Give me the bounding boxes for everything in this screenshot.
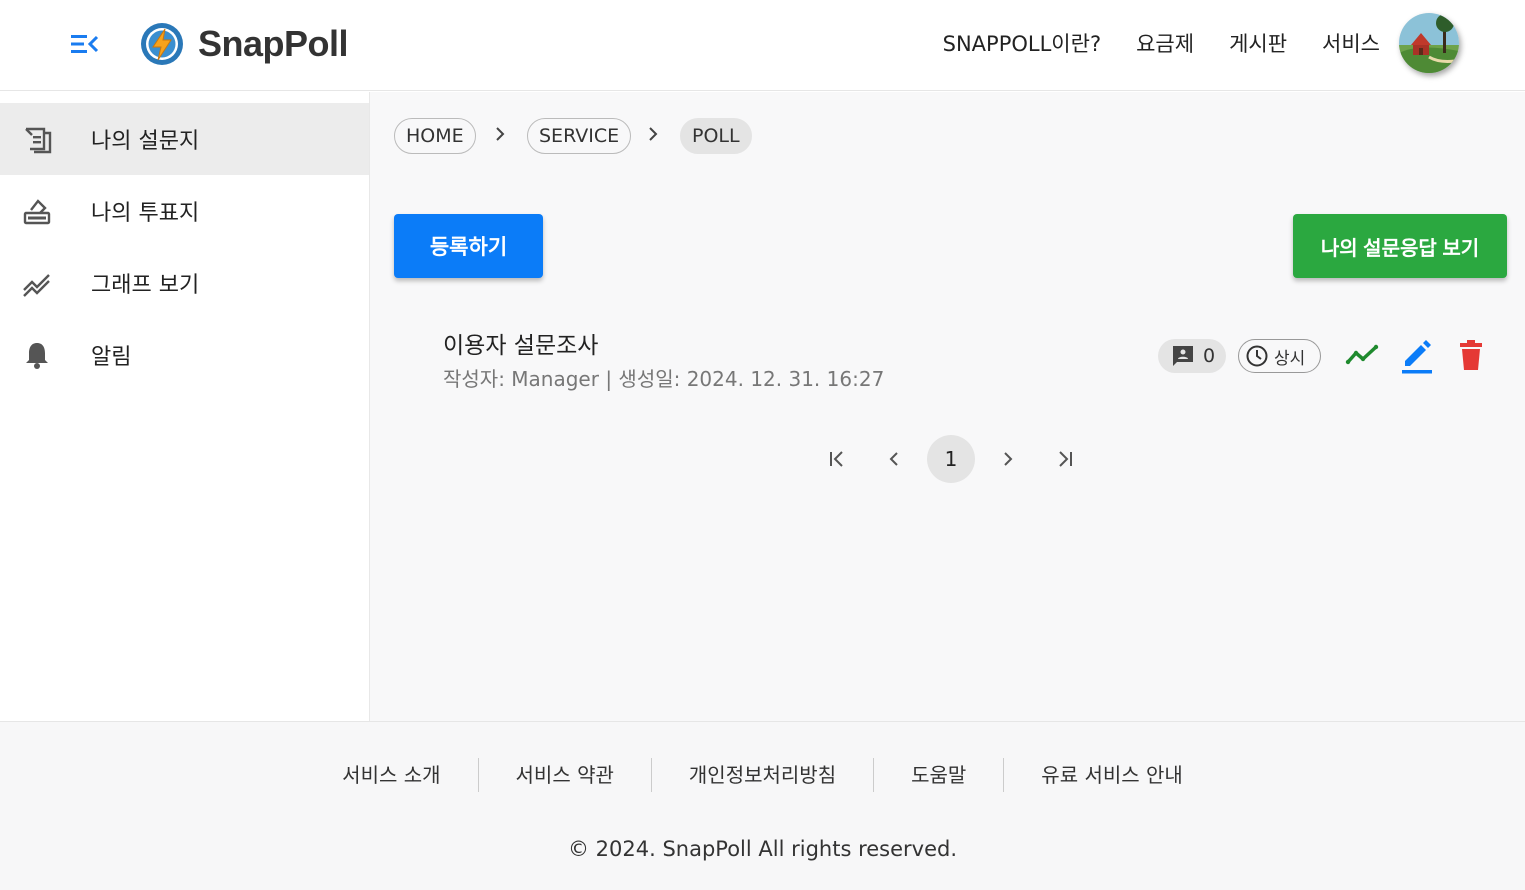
edit-icon[interactable] <box>1399 338 1435 374</box>
graph-trend-icon[interactable] <box>1345 338 1381 374</box>
nav-pricing[interactable]: 요금제 <box>1136 28 1194 58</box>
breadcrumb-service[interactable]: SERVICE <box>527 118 632 154</box>
footer-link-paid-service[interactable]: 유료 서비스 안내 <box>1003 758 1220 792</box>
sidebar-item-label: 나의 투표지 <box>91 201 200 226</box>
sidebar-item-label: 나의 설문지 <box>91 129 200 154</box>
sidebar-item-label: 그래프 보기 <box>91 273 200 298</box>
survey-icon <box>25 127 52 154</box>
nav-about[interactable]: SNAPPOLL이란? <box>943 28 1101 58</box>
chevron-right-icon <box>496 127 505 141</box>
first-page-icon[interactable] <box>813 435 861 483</box>
register-button[interactable]: 등록하기 <box>394 214 543 278</box>
user-avatar[interactable] <box>1399 13 1459 73</box>
footer-link-terms[interactable]: 서비스 약관 <box>477 758 651 792</box>
my-responses-button[interactable]: 나의 설문응답 보기 <box>1293 214 1507 278</box>
app-title: SnapPoll <box>198 23 349 64</box>
top-header: SnapPoll SNAPPOLL이란? 요금제 게시판 서비스 <box>0 0 1525 91</box>
footer: 서비스 소개 서비스 약관 개인정보처리방침 도움말 유료 서비스 안내 © 2… <box>0 721 1525 890</box>
breadcrumb-poll: POLL <box>680 118 752 154</box>
footer-link-about[interactable]: 서비스 소개 <box>305 758 477 792</box>
last-page-icon[interactable] <box>1041 435 1089 483</box>
footer-link-help[interactable]: 도움말 <box>873 758 1003 792</box>
sidebar: 나의 설문지 나의 투표지 그래프 보기 알림 <box>0 92 370 721</box>
chevron-right-icon <box>649 127 658 141</box>
status-label: 상시 <box>1274 348 1306 369</box>
bell-icon <box>26 343 48 369</box>
clock-icon <box>1246 345 1268 367</box>
breadcrumb-home[interactable]: HOME <box>394 118 476 154</box>
comment-icon <box>1173 346 1193 366</box>
page-number[interactable]: 1 <box>927 435 975 483</box>
nav-service[interactable]: 서비스 <box>1322 28 1380 58</box>
footer-links: 서비스 소개 서비스 약관 개인정보처리방침 도움말 유료 서비스 안내 <box>0 758 1525 792</box>
prev-page-icon[interactable] <box>870 435 918 483</box>
comment-count-badge: 0 <box>1158 339 1226 373</box>
sidebar-item-notifications[interactable]: 알림 <box>0 319 369 391</box>
sidebar-item-my-surveys[interactable]: 나의 설문지 <box>0 103 369 175</box>
ballot-icon <box>23 199 51 225</box>
status-badge: 상시 <box>1238 339 1321 373</box>
footer-link-privacy[interactable]: 개인정보처리방침 <box>650 758 873 792</box>
poll-meta: 작성자: Manager | 생성일: 2024. 12. 31. 16:27 <box>443 367 885 391</box>
poll-title[interactable]: 이용자 설문조사 <box>443 326 598 360</box>
sidebar-item-label: 알림 <box>91 345 132 370</box>
next-page-icon[interactable] <box>984 435 1032 483</box>
graph-icon <box>23 274 50 297</box>
menu-collapse-icon[interactable] <box>66 28 102 60</box>
top-navigation: SNAPPOLL이란? 요금제 게시판 서비스 <box>943 28 1380 58</box>
copyright-text: © 2024. SnapPoll All rights reserved. <box>567 837 958 861</box>
nav-board[interactable]: 게시판 <box>1229 28 1287 58</box>
delete-icon[interactable] <box>1453 338 1489 374</box>
comment-count: 0 <box>1203 345 1216 367</box>
lightning-logo-icon <box>141 23 183 65</box>
main-content: HOME SERVICE POLL 등록하기 나의 설문응답 보기 이용자 설문… <box>370 92 1525 721</box>
sidebar-item-my-ballots[interactable]: 나의 투표지 <box>0 175 369 247</box>
brand-logo[interactable]: SnapPoll <box>138 18 349 70</box>
sidebar-item-graphs[interactable]: 그래프 보기 <box>0 247 369 319</box>
